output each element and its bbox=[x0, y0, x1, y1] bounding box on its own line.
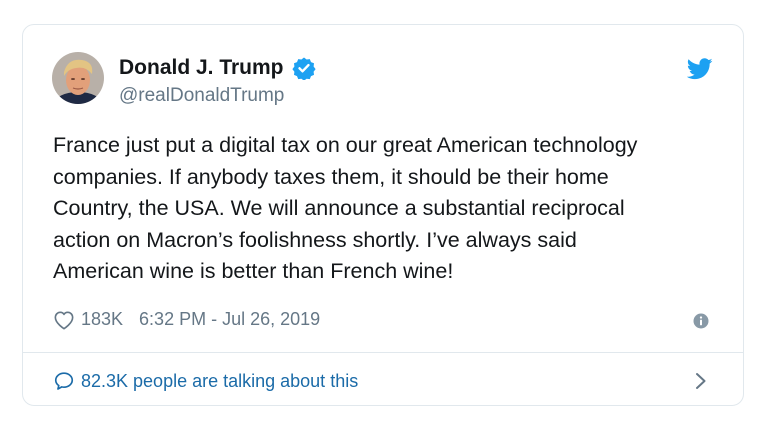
avatar-image bbox=[52, 52, 104, 104]
info-icon[interactable] bbox=[693, 313, 709, 329]
like-count[interactable]: 183K bbox=[81, 309, 123, 330]
tweet-meta: 183K 6:32 PM - Jul 26, 2019 bbox=[53, 309, 320, 330]
avatar[interactable] bbox=[52, 52, 104, 104]
author-handle[interactable]: @realDonaldTrump bbox=[119, 85, 284, 107]
tweet-timestamp[interactable]: 6:32 PM - Jul 26, 2019 bbox=[139, 309, 320, 330]
heart-icon[interactable] bbox=[53, 310, 75, 330]
tweet-text: France just put a digital tax on our gre… bbox=[53, 133, 638, 283]
conversation-label: 82.3K people are talking about this bbox=[81, 370, 359, 391]
chevron-right-icon bbox=[696, 373, 706, 389]
author-name[interactable]: Donald J. Trump bbox=[119, 56, 284, 80]
divider bbox=[23, 352, 743, 353]
twitter-bird-icon[interactable] bbox=[687, 58, 713, 80]
verified-badge-icon bbox=[291, 57, 316, 80]
conversation-link[interactable]: 82.3K people are talking about this bbox=[53, 365, 713, 397]
tweet-card: Donald J. Trump @realDonaldTrump France … bbox=[22, 24, 744, 406]
author-row: Donald J. Trump bbox=[119, 56, 316, 80]
speech-bubble-icon bbox=[54, 372, 74, 390]
